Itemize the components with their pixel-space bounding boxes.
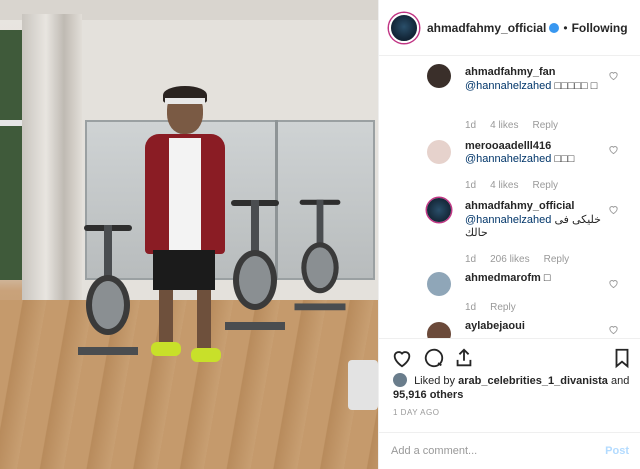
add-comment-input[interactable]: Add a comment... — [391, 445, 477, 457]
person — [145, 86, 225, 390]
heart-icon[interactable] — [608, 324, 619, 335]
comment-meta: 1d 4 likes Reply — [465, 120, 558, 131]
comment-item: ahmedmarofm □ 1d Reply — [379, 264, 640, 314]
comment-body: □□□□□ □ — [554, 80, 598, 92]
heart-icon[interactable] — [608, 70, 619, 81]
comment-text: @hannahelzahed □□□□□ □ — [465, 80, 605, 93]
post-comment-button[interactable]: Post — [605, 445, 629, 457]
bookmark-icon[interactable] — [611, 347, 633, 369]
author-avatar[interactable] — [389, 12, 419, 43]
comment-age: 1d — [465, 120, 477, 131]
heart-icon[interactable] — [608, 144, 619, 155]
commenter-avatar[interactable] — [427, 198, 451, 222]
comment-body: □□□ — [554, 153, 575, 165]
post-actions — [379, 338, 640, 372]
commenter-avatar[interactable] — [427, 272, 451, 296]
heart-icon[interactable] — [608, 204, 619, 215]
exercise-bike — [294, 199, 346, 311]
likes-others[interactable]: 95,916 others — [393, 389, 463, 401]
comments-list[interactable]: ahmadfahmy_fan @hannahelzahed □□□□□ □ 1d… — [379, 56, 640, 338]
likes-prefix: Liked by — [414, 375, 456, 387]
comment-mention[interactable]: @hannahelzahed — [465, 80, 551, 92]
comment-reply-button[interactable]: Reply — [532, 120, 558, 131]
likes-summary: Liked by arab_celebrities_1_divanista an… — [393, 373, 633, 402]
exercise-bike — [225, 200, 285, 330]
curtain — [22, 14, 82, 314]
author-username[interactable]: ahmadfahmy_official — [427, 21, 546, 35]
comment-username[interactable]: merooaadelll416 — [465, 140, 551, 152]
verified-badge-icon — [549, 22, 560, 33]
liker-avatar[interactable] — [393, 373, 407, 387]
like-heart-icon[interactable] — [391, 347, 413, 369]
add-comment-bar: Add a comment... Post — [379, 432, 640, 469]
comment-username[interactable]: ahmadfahmy_official — [465, 200, 574, 212]
following-button[interactable]: Following — [572, 21, 628, 35]
comment-mention[interactable]: @hannahelzahed — [465, 214, 551, 226]
comment-text: @hannahelzahed خليكى فى حالك — [465, 214, 605, 240]
comment-age: 1d — [465, 302, 477, 313]
comment-username[interactable]: aylabejaoui — [465, 320, 525, 332]
post-timestamp[interactable]: 1 DAY AGO — [393, 408, 439, 417]
post-photo[interactable] — [0, 0, 378, 469]
commenter-avatar[interactable] — [427, 322, 451, 338]
comment-meta: 1d Reply — [465, 302, 516, 313]
exercise-bike — [78, 225, 138, 355]
plastic-bag — [348, 360, 378, 410]
comment-reply-button[interactable]: Reply — [490, 302, 516, 313]
commenter-avatar[interactable] — [427, 140, 451, 164]
comment-likes[interactable]: 4 likes — [490, 120, 518, 131]
comment-mention[interactable]: @hannahelzahed — [465, 153, 551, 165]
comment-item: ahmadfahmy_fan @hannahelzahed □□□□□ □ 1d… — [379, 56, 640, 132]
comment-item: aylabejaoui — [379, 314, 640, 338]
post-side-panel: ahmadfahmy_official • Following ahmadfah… — [378, 0, 640, 469]
post-header: ahmadfahmy_official • Following — [379, 0, 640, 56]
comment-username[interactable]: ahmadfahmy_fan — [465, 66, 555, 78]
comment-item: ahmadfahmy_official @hannahelzahed خليكى… — [379, 190, 640, 265]
likes-conj: and — [610, 375, 630, 387]
liker-username[interactable]: arab_celebrities_1_divanista — [458, 375, 608, 387]
comment-item: merooaadelll416 @hannahelzahed □□□ 1d 4 … — [379, 132, 640, 191]
comment-text: ahmedmarofm □ — [465, 272, 605, 285]
share-upload-icon[interactable] — [453, 347, 475, 369]
commenter-avatar[interactable] — [427, 64, 451, 88]
comment-bubble-icon[interactable] — [423, 347, 445, 369]
comment-text: @hannahelzahed □□□ — [465, 153, 605, 166]
heart-icon[interactable] — [608, 278, 619, 289]
comment-username[interactable]: ahmedmarofm — [465, 272, 541, 284]
comment-body: □ — [543, 272, 551, 284]
separator-dot: • — [563, 20, 568, 35]
